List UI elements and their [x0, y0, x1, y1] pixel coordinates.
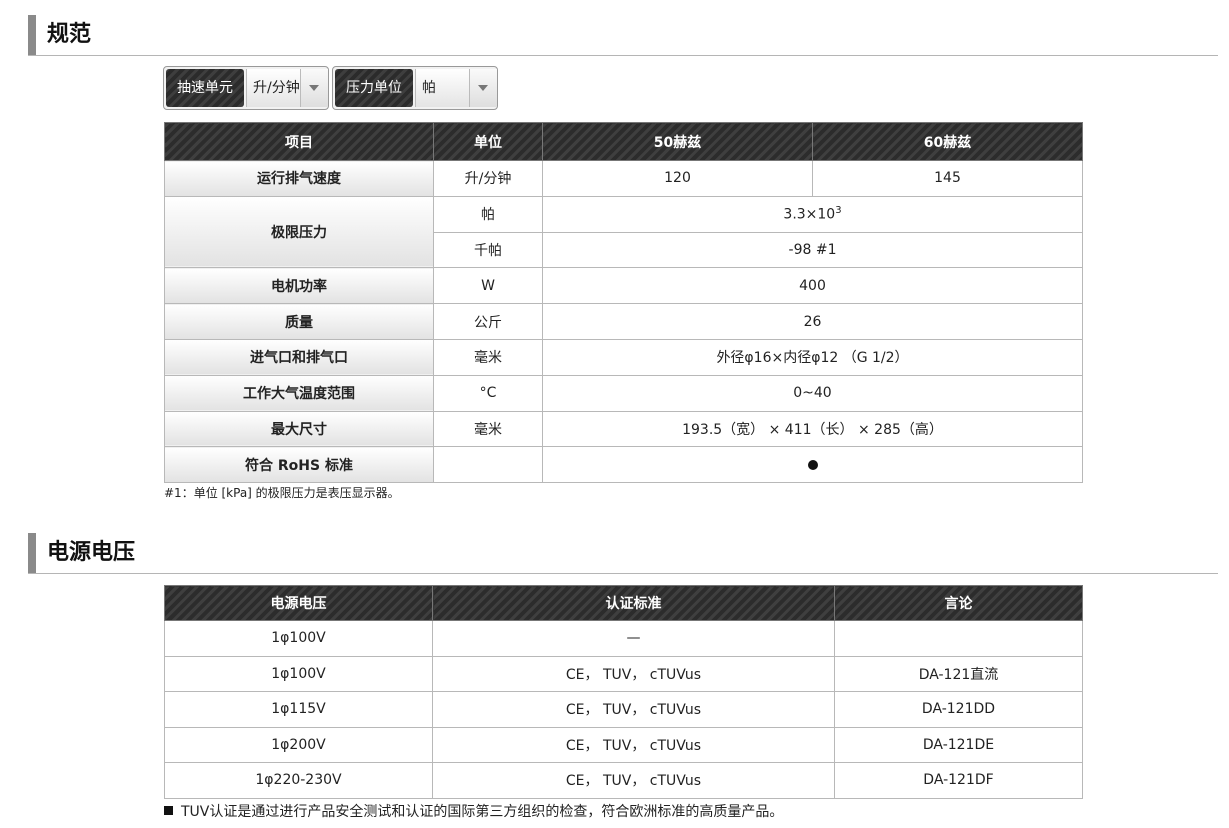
row-label: 进气口和排气口 [164, 338, 434, 376]
pressure-unit-label: 压力单位 [335, 69, 413, 107]
power-voltage-table: 电源电压 认证标准 言论 1φ100V — 1φ100V CE， TUV， cT… [164, 585, 1083, 799]
unit-cell: 升/分钟 [433, 160, 543, 197]
voltage-cell: 1φ100V [164, 655, 433, 692]
row-label: 电机功率 [164, 267, 434, 305]
table-row: 电机功率 W 400 [164, 267, 1083, 305]
value-cell [542, 446, 1083, 484]
table-row: 符合 RoHS 标准 [164, 446, 1083, 484]
section-header-power: 电源电压 [28, 533, 1218, 574]
table-row: 1φ100V — [164, 620, 1083, 657]
row-label: 质量 [164, 303, 434, 340]
pressure-unit-dropdown[interactable]: 帕 [415, 69, 497, 107]
row-label: 运行排气速度 [164, 160, 434, 197]
column-header-certification: 认证标准 [432, 585, 835, 621]
value-cell: 外径φ16×内径φ12 （G 1/2） [542, 338, 1083, 376]
table-header-row: 电源电压 认证标准 言论 [164, 585, 1083, 621]
unit-cell: 毫米 [433, 410, 543, 448]
unit-cell: 公斤 [433, 303, 543, 340]
cert-cell: CE， TUV， cTUVus [432, 691, 835, 728]
row-label: 符合 RoHS 标准 [164, 446, 434, 484]
cert-cell: CE， TUV， cTUVus [432, 726, 835, 763]
section-title-power: 电源电压 [47, 540, 136, 565]
column-header-voltage: 电源电压 [164, 585, 433, 621]
pump-speed-unit-value: 升/分钟 [253, 80, 300, 96]
unit-cell [433, 446, 543, 484]
unit-cell: 毫米 [433, 338, 543, 376]
section-bar [28, 15, 36, 55]
pressure-unit-selector: 压力单位 帕 [332, 66, 498, 110]
remark-cell: DA-121DF [834, 762, 1083, 799]
unit-cell: °C [433, 374, 543, 412]
tuv-note: TUV认证是通过进行产品安全测试和认证的国际第三方组织的检查，符合欧洲标准的高质… [164, 801, 783, 821]
remark-cell: DA-121DD [834, 691, 1083, 728]
table-row: 1φ115V CE， TUV， cTUVus DA-121DD [164, 691, 1083, 728]
table-row: 进气口和排气口 毫米 外径φ16×内径φ12 （G 1/2） [164, 338, 1083, 376]
row-label: 工作大气温度范围 [164, 374, 434, 412]
pump-speed-unit-selector: 抽速单元 升/分钟 [163, 66, 329, 110]
value-cell: 3.3×103 [542, 195, 1083, 233]
value-base: 3.3×10 [783, 207, 836, 224]
column-header-50hz: 50赫兹 [542, 122, 813, 161]
chevron-down-icon [478, 85, 488, 91]
cert-cell: CE， TUV， cTUVus [432, 762, 835, 799]
unit-cell: 帕 [433, 195, 543, 233]
dropdown-arrow-box[interactable] [469, 69, 497, 107]
table-row: 运行排气速度 升/分钟 120 145 [164, 160, 1083, 197]
remark-cell [834, 620, 1083, 657]
column-header-60hz: 60赫兹 [812, 122, 1083, 161]
cert-cell: CE， TUV， cTUVus [432, 655, 835, 692]
section-title-spec: 规范 [47, 22, 92, 47]
remark-cell: DA-121直流 [834, 655, 1083, 692]
value-exponent: 3 [835, 205, 842, 217]
section-header-spec: 规范 [28, 15, 1218, 56]
value-cell-50hz: 120 [542, 160, 813, 197]
pump-speed-unit-label: 抽速单元 [166, 69, 244, 107]
pump-speed-unit-dropdown[interactable]: 升/分钟 [246, 69, 328, 107]
pressure-unit-value: 帕 [422, 80, 436, 96]
table-row: 1φ220-230V CE， TUV， cTUVus DA-121DF [164, 762, 1083, 799]
voltage-cell: 1φ200V [164, 726, 433, 763]
table-header-row: 项目 单位 50赫兹 60赫兹 [164, 122, 1083, 161]
spec-table: 项目 单位 50赫兹 60赫兹 运行排气速度 升/分钟 120 145 极限压力… [164, 122, 1083, 484]
row-label: 极限压力 [164, 195, 434, 269]
table-row: 质量 公斤 26 [164, 303, 1083, 340]
voltage-cell: 1φ115V [164, 691, 433, 728]
column-header-item: 项目 [164, 122, 434, 161]
cert-cell: — [432, 620, 835, 657]
voltage-cell: 1φ220-230V [164, 762, 433, 799]
row-label: 最大尺寸 [164, 410, 434, 448]
section-bar [28, 533, 36, 573]
table-row: 1φ200V CE， TUV， cTUVus DA-121DE [164, 726, 1083, 763]
unit-cell: W [433, 267, 543, 305]
tuv-note-text: TUV认证是通过进行产品安全测试和认证的国际第三方组织的检查，符合欧洲标准的高质… [181, 804, 784, 820]
square-bullet-icon [164, 806, 173, 815]
voltage-cell: 1φ100V [164, 620, 433, 657]
value-cell: 193.5（宽） × 411（长） × 285（高） [542, 410, 1083, 448]
chevron-down-icon [309, 85, 319, 91]
table-row: 最大尺寸 毫米 193.5（宽） × 411（长） × 285（高） [164, 410, 1083, 448]
value-cell: 400 [542, 267, 1083, 305]
spec-footnote: #1：单位 [kPa] 的极限压力是表压显示器。 [164, 486, 400, 500]
value-cell: 0~40 [542, 374, 1083, 412]
table-row: 1φ100V CE， TUV， cTUVus DA-121直流 [164, 655, 1083, 692]
column-header-remarks: 言论 [834, 585, 1083, 621]
dropdown-arrow-box[interactable] [300, 69, 328, 107]
table-row: 工作大气温度范围 °C 0~40 [164, 374, 1083, 412]
unit-cell: 千帕 [433, 231, 543, 269]
filled-circle-icon [807, 459, 818, 470]
value-cell: -98 #1 [542, 231, 1083, 269]
column-header-unit: 单位 [433, 122, 543, 161]
value-cell: 26 [542, 303, 1083, 340]
table-row: 极限压力 帕 3.3×103 [164, 195, 1083, 269]
value-cell-60hz: 145 [812, 160, 1083, 197]
remark-cell: DA-121DE [834, 726, 1083, 763]
